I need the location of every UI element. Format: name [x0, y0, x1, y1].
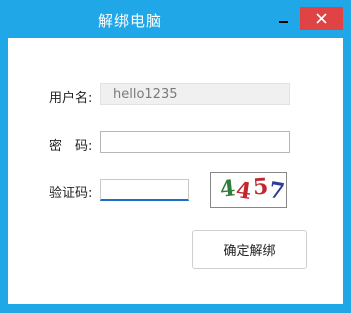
- title-bar[interactable]: 解绑电脑: [0, 0, 351, 38]
- username-label: 用户名:: [49, 91, 93, 106]
- minimize-button[interactable]: [274, 9, 294, 29]
- close-button[interactable]: [300, 7, 343, 30]
- username-field[interactable]: [100, 83, 290, 105]
- captcha-image[interactable]: 4 4 5 7: [210, 172, 287, 208]
- captcha-char: 4: [234, 177, 254, 205]
- confirm-unbind-button[interactable]: 确定解绑: [192, 230, 307, 269]
- captcha-char: 5: [252, 173, 270, 201]
- window-title: 解绑电脑: [97, 12, 162, 30]
- close-icon: [316, 13, 327, 24]
- password-label: 密 码:: [49, 139, 93, 154]
- dialog-content: 用户名: 密 码: 验证码: 4 4 5 7 确定解绑: [8, 38, 343, 304]
- password-field[interactable]: [100, 131, 290, 153]
- captcha-input[interactable]: [100, 179, 189, 201]
- captcha-label: 验证码:: [49, 186, 93, 201]
- captcha-char: 7: [266, 176, 287, 206]
- unbind-dialog-window: 解绑电脑 用户名: 密 码: 验证码: 4 4 5 7 确定解绑: [0, 0, 351, 313]
